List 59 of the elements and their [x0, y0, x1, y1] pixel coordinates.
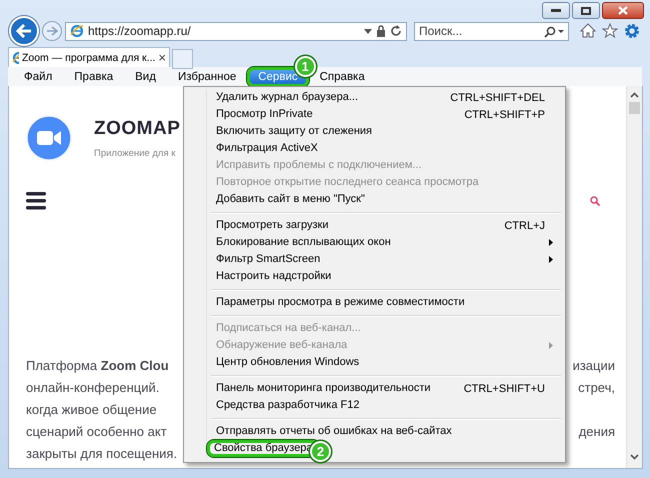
- menu-item[interactable]: Фильтр SmartScreen: [210, 251, 326, 268]
- menu-bar-item[interactable]: Вид: [124, 67, 167, 87]
- search-icon[interactable]: [543, 26, 565, 38]
- minimize-icon: [551, 8, 561, 12]
- menu-bar-item[interactable]: Правка: [63, 67, 124, 87]
- paragraph-text: стреч,: [578, 379, 615, 397]
- step-badge: 2: [310, 441, 331, 462]
- shortcut-text: CTRL+J: [504, 220, 545, 232]
- paragraph-text: закрыты для посещения.: [26, 445, 178, 463]
- paragraph-text: изации: [572, 357, 615, 375]
- shortcut-text: CTRL+SHIFT+DEL: [450, 92, 545, 104]
- maximize-icon: [581, 6, 591, 14]
- maximize-button[interactable]: [572, 2, 600, 19]
- shortcut-text: CTRL+SHIFT+U: [464, 382, 545, 394]
- settings-icon[interactable]: [624, 23, 640, 39]
- menu-bar-item[interactable]: Файл: [13, 67, 64, 87]
- paragraph-text: сценарий особенно акт: [26, 423, 167, 441]
- scrollbar-thumb[interactable]: [629, 102, 640, 114]
- video-camera-icon: [26, 115, 72, 161]
- shortcut-text: CTRL+SHIFT+P: [464, 108, 545, 120]
- scroll-down-icon[interactable]: [630, 454, 639, 460]
- menu-item[interactable]: Центр обновления Windows: [210, 354, 366, 371]
- paragraph-text: когда живое общение: [26, 401, 157, 419]
- paragraph-text: Платформа Zoom Clou: [26, 357, 169, 375]
- close-button[interactable]: [602, 2, 644, 19]
- globe-icon: [12, 50, 19, 64]
- menu-item[interactable]: Просмотреть загрузки: [210, 217, 334, 234]
- scroll-up-icon[interactable]: [630, 92, 639, 98]
- scrollbar[interactable]: [626, 86, 642, 468]
- url-text: https://zoomapp.ru/: [88, 24, 192, 38]
- menu-item[interactable]: Настроить надстройки: [210, 268, 338, 285]
- menu-icon[interactable]: [26, 191, 46, 211]
- menu-item[interactable]: Отправлять отчеты об ошибках на веб-сайтах: [210, 423, 458, 440]
- menu-item[interactable]: Панель мониторинга производительности: [210, 380, 436, 397]
- menu-item[interactable]: Добавить сайт в меню "Пуск": [210, 191, 371, 208]
- arrow-left-icon: [16, 24, 32, 38]
- close-tab-button[interactable]: ×: [158, 50, 166, 65]
- arrow-right-icon: [46, 26, 58, 36]
- menu-item[interactable]: Фильтрация ActiveX: [210, 140, 324, 157]
- browser-tab[interactable]: Zoom — программа для к... ×: [8, 47, 170, 67]
- star-icon[interactable]: [602, 23, 618, 38]
- search-field[interactable]: Поиск...: [414, 22, 569, 40]
- menu-item[interactable]: Включить защиту от слежения: [210, 123, 378, 140]
- minimize-button[interactable]: [542, 2, 570, 19]
- menu-item[interactable]: Просмотр InPrivate: [210, 106, 319, 123]
- menu-item[interactable]: Блокирование всплывающих окон: [210, 234, 397, 251]
- menu-item[interactable]: Удалить журнал браузера...: [210, 89, 364, 106]
- globe-icon: [70, 24, 84, 38]
- menu-item[interactable]: Параметры просмотра в режиме совместимости: [210, 294, 471, 311]
- back-button[interactable]: [9, 16, 39, 46]
- site-tagline: Приложение для к: [94, 148, 176, 158]
- menu-bar-item[interactable]: Избранное: [166, 67, 248, 87]
- site-title: ZOOMAP: [94, 118, 180, 140]
- dropdown-caret-icon[interactable]: [364, 28, 372, 34]
- paragraph-text: онлайн-конференций.: [26, 379, 160, 397]
- menu-item[interactable]: Средства разработчика F12: [210, 397, 366, 414]
- close-icon: [618, 6, 628, 15]
- paragraph-text: дения: [578, 423, 615, 441]
- home-icon[interactable]: [580, 23, 596, 38]
